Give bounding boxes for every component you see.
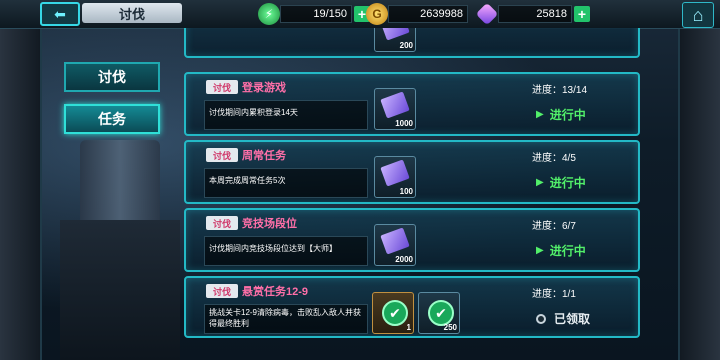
ticket-icon xyxy=(380,159,410,187)
task-card: 讨伐 登录游戏 讨伐期间内累积登录14天 1000 进度：13/14 ▶ 进行中 xyxy=(184,72,640,136)
task-card-partial: 200 xyxy=(184,28,640,58)
task-list[interactable]: 200 讨伐 登录游戏 讨伐期间内累积登录14天 1000 进度：13/14 ▶… xyxy=(180,28,640,360)
task-name: 悬赏任务12-9 xyxy=(242,286,309,298)
back-button[interactable]: ⬅ xyxy=(40,2,80,26)
task-desc-box: 本周完成周常任务5次 xyxy=(204,168,368,198)
reward-amount: 200 xyxy=(399,41,413,50)
check-badge-icon: ✔ xyxy=(382,300,408,326)
back-arrow-icon: ⬅ xyxy=(54,5,66,22)
task-tag: 讨伐 xyxy=(206,80,238,94)
status-in-progress: ▶ 进行中 xyxy=(536,174,586,191)
task-tag: 讨伐 xyxy=(206,148,238,162)
play-arrow-icon: ▶ xyxy=(536,177,544,188)
task-name: 登录游戏 xyxy=(242,82,286,94)
reward-slot: 200 xyxy=(374,28,416,52)
task-progress: 进度：1/1 xyxy=(532,289,576,300)
status-label: 已领取 xyxy=(554,312,591,326)
energy-icon: ⚡ xyxy=(258,3,280,25)
reward-amount: 2000 xyxy=(395,255,413,264)
status-label: 进行中 xyxy=(549,176,586,190)
task-progress: 进度：13/14 xyxy=(532,85,588,96)
ticket-icon xyxy=(380,28,410,41)
reward-slot[interactable]: 2000 xyxy=(374,224,416,266)
reward-slot[interactable]: ✔ 1 xyxy=(372,292,414,334)
ticket-icon xyxy=(380,91,410,119)
task-desc: 本周完成周常任务5次 xyxy=(209,176,286,185)
gold-resource: G 2639988 xyxy=(366,3,468,25)
status-in-progress: ▶ 进行中 xyxy=(536,242,586,259)
reward-amount: 1000 xyxy=(395,119,413,128)
gem-icon xyxy=(475,2,499,26)
status-label: 进行中 xyxy=(549,244,586,258)
play-arrow-icon: ▶ xyxy=(536,245,544,256)
gold-coin-icon: G xyxy=(366,3,388,25)
add-gems-button[interactable]: + xyxy=(574,6,590,22)
status-in-progress: ▶ 进行中 xyxy=(536,106,586,123)
task-desc-box: 挑战关卡12-9清除病毒，击败乱入敌人并获得最终胜利 xyxy=(204,304,368,334)
task-progress: 进度：4/5 xyxy=(532,153,576,164)
task-card: 讨伐 悬赏任务12-9 挑战关卡12-9清除病毒，击败乱入敌人并获得最终胜利 ✔… xyxy=(184,276,640,338)
energy-resource: ⚡ 19/150 + xyxy=(258,3,370,25)
task-tag: 讨伐 xyxy=(206,216,238,230)
left-frame xyxy=(0,0,42,360)
reward-slot[interactable]: 1000 xyxy=(374,88,416,130)
gem-resource: 25818 + xyxy=(475,2,590,26)
task-desc-box: 讨伐期间内竞技场段位达到【大师】 xyxy=(204,236,368,266)
task-desc: 讨伐期间内竞技场段位达到【大师】 xyxy=(209,244,337,253)
task-name: 周常任务 xyxy=(242,150,286,162)
task-card: 讨伐 周常任务 本周完成周常任务5次 100 进度：4/5 ▶ 进行中 xyxy=(184,140,640,204)
reward-slot[interactable]: ✔ 250 xyxy=(418,292,460,334)
reward-amount: 250 xyxy=(443,323,457,332)
gold-value: 2639988 xyxy=(388,5,468,23)
task-desc: 讨伐期间内累积登录14天 xyxy=(209,108,298,117)
home-button[interactable]: ⌂ xyxy=(682,2,714,28)
claimed-dot-icon xyxy=(536,313,546,324)
gem-value: 25818 xyxy=(498,5,572,23)
task-card: 讨伐 竞技场段位 讨伐期间内竞技场段位达到【大师】 2000 进度：6/7 ▶ … xyxy=(184,208,640,272)
background-machinery xyxy=(60,220,180,360)
task-desc-box: 讨伐期间内累积登录14天 xyxy=(204,100,368,130)
reward-amount: 100 xyxy=(399,187,413,196)
top-bar: ⬅ 讨伐 ⚡ 19/150 + G 2639988 25818 + ⌂ xyxy=(0,0,720,29)
tab-tasks[interactable]: 任务 xyxy=(64,104,160,134)
status-label: 进行中 xyxy=(549,108,586,122)
reward-amount: 1 xyxy=(406,323,411,332)
play-arrow-icon: ▶ xyxy=(536,109,544,120)
ticket-icon xyxy=(380,227,410,255)
status-claimed: 已领取 xyxy=(536,310,590,327)
task-tag: 讨伐 xyxy=(206,284,238,298)
energy-value: 19/150 xyxy=(280,5,352,23)
task-progress: 进度：6/7 xyxy=(532,221,576,232)
tab-crusade[interactable]: 讨伐 xyxy=(64,62,160,92)
reward-slot[interactable]: 100 xyxy=(374,156,416,198)
page-title: 讨伐 xyxy=(82,3,182,23)
home-icon: ⌂ xyxy=(692,4,704,25)
right-frame xyxy=(678,0,720,360)
task-name: 竞技场段位 xyxy=(242,218,297,230)
task-desc: 挑战关卡12-9清除病毒，击败乱入敌人并获得最终胜利 xyxy=(209,308,362,328)
